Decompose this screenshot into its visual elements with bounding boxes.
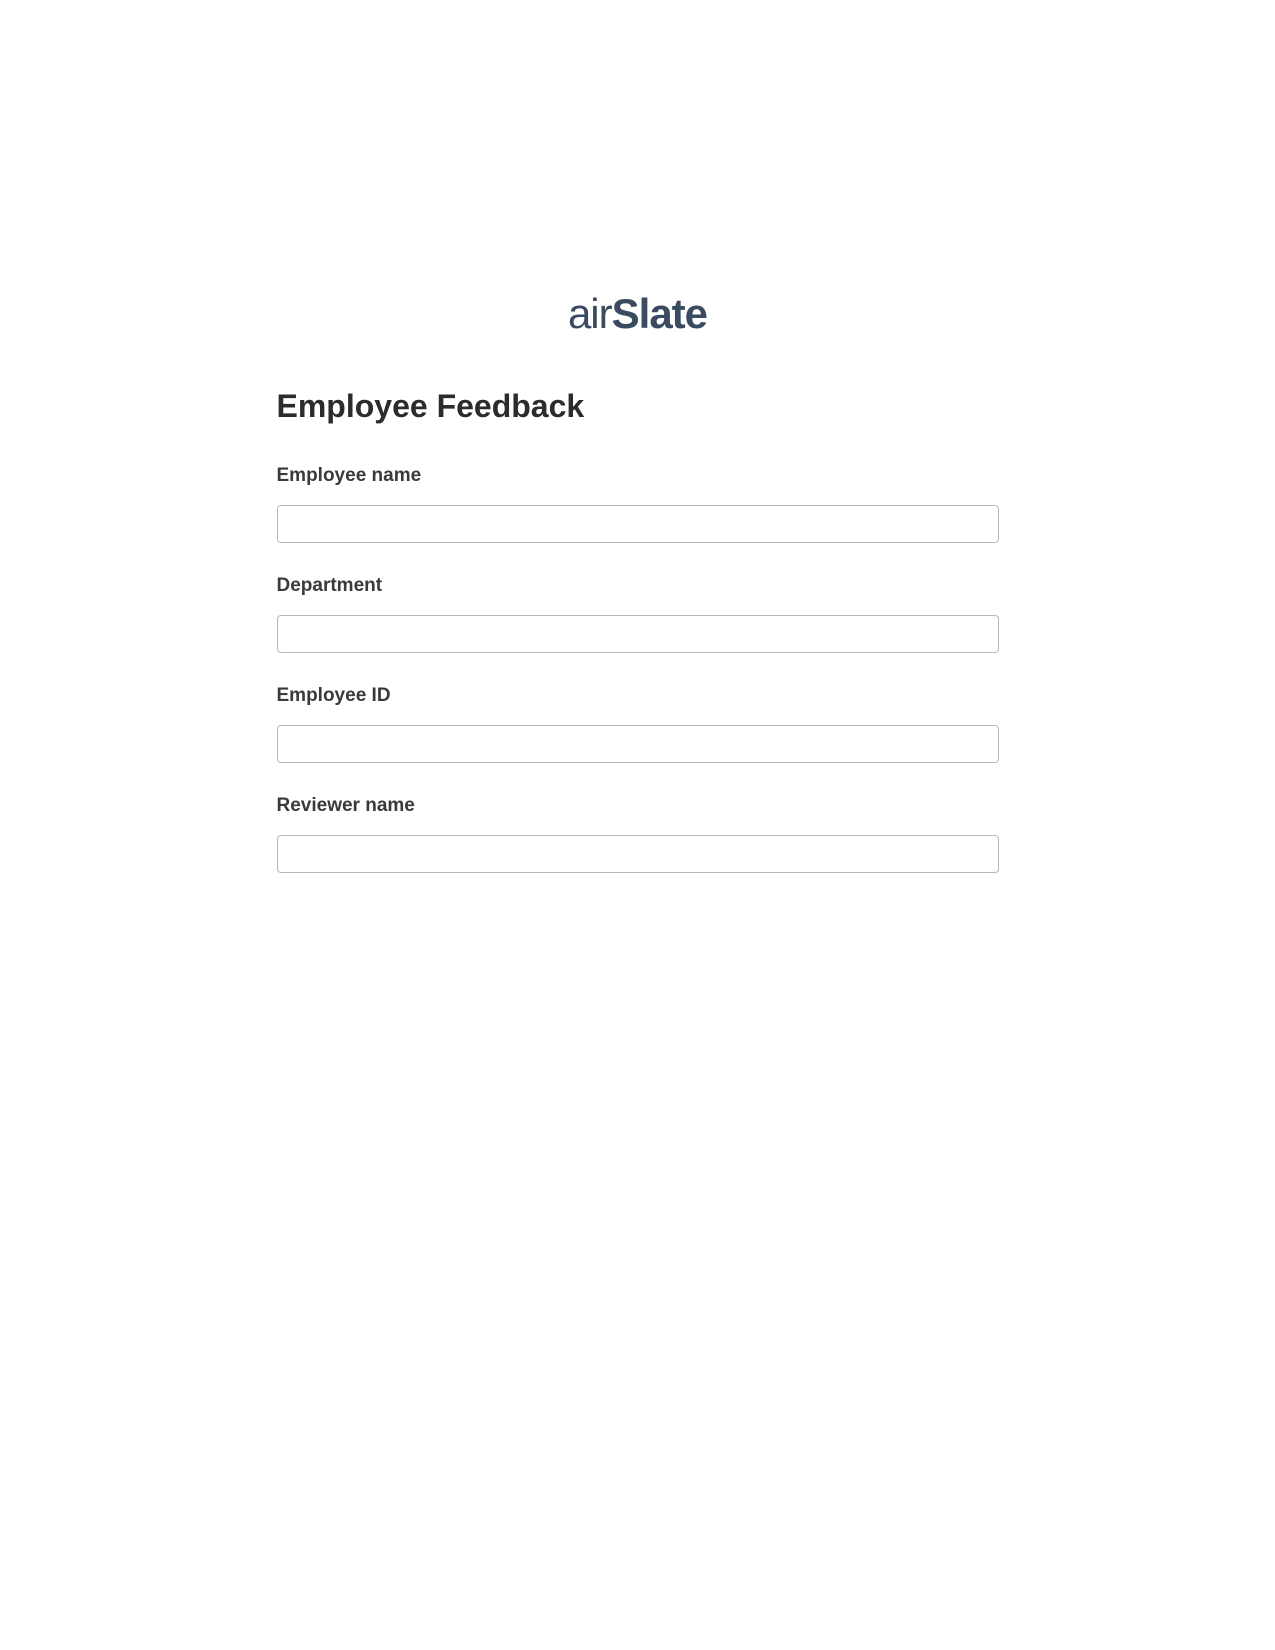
employee-name-input[interactable]: [277, 505, 999, 543]
employee-id-label: Employee ID: [277, 685, 999, 707]
logo-prefix: air: [568, 290, 612, 337]
field-reviewer-name: Reviewer name: [277, 795, 999, 873]
field-employee-id: Employee ID: [277, 685, 999, 763]
reviewer-name-label: Reviewer name: [277, 795, 999, 817]
form-container: airSlate Employee Feedback Employee name…: [277, 0, 999, 873]
reviewer-name-input[interactable]: [277, 835, 999, 873]
logo: airSlate: [277, 290, 999, 338]
department-label: Department: [277, 575, 999, 597]
employee-id-input[interactable]: [277, 725, 999, 763]
logo-suffix: Slate: [612, 290, 707, 337]
department-input[interactable]: [277, 615, 999, 653]
employee-name-label: Employee name: [277, 465, 999, 487]
field-department: Department: [277, 575, 999, 653]
form-title: Employee Feedback: [277, 388, 999, 425]
logo-text: airSlate: [568, 290, 707, 337]
field-employee-name: Employee name: [277, 465, 999, 543]
